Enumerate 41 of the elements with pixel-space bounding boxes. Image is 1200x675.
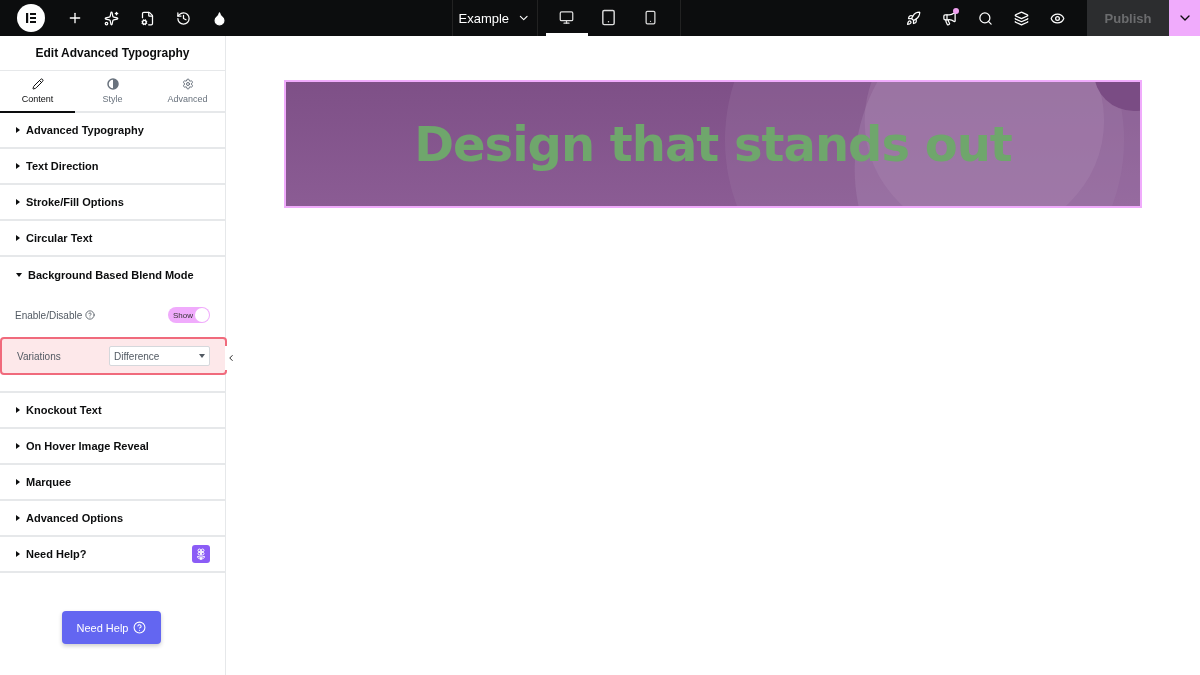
section-title: On Hover Image Reveal bbox=[26, 440, 149, 452]
mobile-icon bbox=[643, 10, 658, 25]
section-title: Stroke/Fill Options bbox=[26, 196, 124, 208]
history-icon[interactable] bbox=[175, 10, 191, 26]
chevron-left-icon bbox=[226, 353, 236, 363]
publish-options-button[interactable] bbox=[1169, 0, 1200, 36]
panel-tab[interactable]: Style bbox=[75, 71, 150, 113]
desktop-icon bbox=[559, 10, 574, 25]
megaphone-icon[interactable] bbox=[941, 10, 957, 26]
panel-title: Edit Advanced Typography bbox=[0, 36, 225, 71]
help-icon bbox=[133, 621, 147, 634]
section-title: Knockout Text bbox=[26, 404, 102, 416]
select-field[interactable]: Difference bbox=[109, 346, 210, 366]
section-title: Need Help? bbox=[26, 548, 87, 560]
section-title: Text Direction bbox=[26, 160, 99, 172]
layers-icon[interactable] bbox=[1013, 10, 1029, 26]
toggle-switch[interactable]: Show bbox=[168, 307, 210, 323]
banner-heading: Design that stands out bbox=[414, 116, 1012, 172]
search-icon[interactable] bbox=[977, 10, 993, 26]
panel-tab[interactable]: Advanced bbox=[150, 71, 225, 113]
help-button[interactable]: Need Help bbox=[62, 611, 161, 644]
control-label: Variations bbox=[17, 350, 61, 362]
section-title: Circular Text bbox=[26, 232, 93, 244]
contrast-icon bbox=[106, 78, 119, 90]
settings-icon bbox=[181, 78, 194, 90]
add-icon[interactable] bbox=[67, 10, 83, 26]
tablet-icon bbox=[600, 9, 617, 26]
help-icon bbox=[85, 310, 96, 320]
section-title: Advanced Options bbox=[26, 512, 124, 524]
section-title: Marquee bbox=[26, 476, 72, 488]
document-dropdown[interactable]: Example bbox=[451, 0, 538, 36]
logo-icon[interactable] bbox=[17, 4, 45, 32]
sparkle-icon[interactable] bbox=[103, 10, 119, 26]
pencil-icon bbox=[31, 78, 44, 90]
section-title: Background Based Blend Mode bbox=[28, 269, 194, 281]
droplet-icon[interactable] bbox=[211, 10, 227, 26]
eye-icon[interactable] bbox=[1049, 10, 1065, 26]
page-settings-icon[interactable] bbox=[139, 10, 155, 26]
control-label: Enable/Disable bbox=[15, 309, 83, 321]
rocket-icon[interactable] bbox=[905, 10, 921, 26]
section-title: Advanced Typography bbox=[26, 124, 144, 136]
